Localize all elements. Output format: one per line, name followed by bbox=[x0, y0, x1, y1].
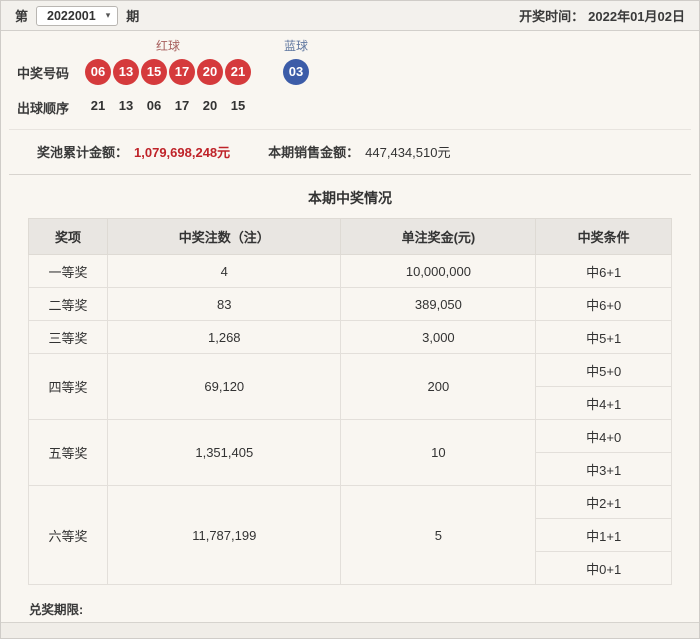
lottery-results-page: 第 2022001 ▾ 期 开奖时间： 2022年01月02日 红球 蓝球 中奖… bbox=[0, 0, 700, 639]
condition-column-header: 中奖条件 bbox=[535, 218, 672, 255]
prize-cell: 六等奖 bbox=[27, 485, 109, 585]
red-ball: 13 bbox=[113, 59, 139, 85]
red-ball: 06 bbox=[85, 59, 111, 85]
count-cell: 83 bbox=[107, 287, 342, 321]
period-suffix-label: 期 bbox=[126, 9, 140, 24]
prize-cell: 三等奖 bbox=[27, 320, 109, 354]
draw-order-label: 出球顺序 bbox=[17, 101, 70, 116]
amount-cell: 10 bbox=[340, 419, 537, 486]
draw-order-number: 21 bbox=[90, 98, 106, 113]
prize-cell: 四等奖 bbox=[27, 353, 109, 420]
red-group-label: 红球 bbox=[155, 39, 180, 53]
draw-time-label: 开奖时间： bbox=[519, 9, 585, 24]
winning-numbers-label: 中奖号码 bbox=[17, 65, 70, 81]
draw-order-number: 20 bbox=[202, 98, 218, 113]
condition-cell: 中1+1 bbox=[535, 518, 672, 552]
condition-cell: 中5+0 bbox=[535, 353, 672, 387]
prize-table: 奖项 中奖注数（注） 单注奖金(元) 中奖条件 一等奖 4 10,000,000 中6… bbox=[27, 218, 672, 585]
red-ball: 20 bbox=[197, 59, 223, 85]
bottom-strip bbox=[1, 622, 699, 638]
prize-table-body: 一等奖 4 10,000,000 中6+1 二等奖 83 389,050 中6+0 三等奖 1,2… bbox=[27, 254, 672, 585]
redemption-notes: 兑奖期限: 双色球兑奖当期有效。中奖者应当自开奖之日起60个自然日内，持中奖彩票… bbox=[29, 599, 671, 622]
blue-ball: 03 bbox=[283, 59, 309, 85]
red-ball: 21 bbox=[225, 59, 251, 85]
table-row: 二等奖 83 389,050 中6+0 bbox=[27, 287, 672, 321]
amount-cell: 3,000 bbox=[340, 320, 537, 354]
prize-cell: 五等奖 bbox=[27, 419, 109, 486]
count-cell: 11,787,199 bbox=[107, 485, 342, 585]
draw-order-number: 06 bbox=[146, 98, 162, 113]
count-cell: 1,351,405 bbox=[107, 419, 342, 486]
sales-label: 本期销售金额： bbox=[268, 145, 360, 160]
prize-cell: 二等奖 bbox=[27, 287, 109, 321]
notes-title: 兑奖期限: bbox=[29, 603, 84, 617]
prize-table-title: 本期中奖情况 bbox=[308, 190, 392, 206]
period-select[interactable]: 2022001 ▾ bbox=[36, 5, 119, 26]
table-row: 五等奖 1,351,405 10 中4+0 bbox=[27, 419, 672, 486]
condition-cell: 中6+0 bbox=[535, 287, 672, 321]
count-column-header: 中奖注数（注） bbox=[107, 218, 342, 255]
period-select-value: 2022001 bbox=[47, 8, 96, 23]
draw-order-number: 13 bbox=[118, 98, 134, 113]
condition-cell: 中5+1 bbox=[535, 320, 672, 354]
table-row: 三等奖 1,268 3,000 中5+1 bbox=[27, 320, 672, 354]
count-cell: 4 bbox=[107, 254, 342, 288]
condition-cell: 中0+1 bbox=[535, 551, 672, 585]
amount-cell: 10,000,000 bbox=[340, 254, 537, 288]
red-ball: 17 bbox=[169, 59, 195, 85]
condition-cell: 中3+1 bbox=[535, 452, 672, 486]
draw-order-numbers: 21 13 06 17 20 15 bbox=[85, 98, 251, 117]
table-header-row: 奖项 中奖注数（注） 单注奖金(元) 中奖条件 bbox=[27, 218, 672, 255]
table-row: 四等奖 69,120 200 中5+0 bbox=[27, 353, 672, 420]
draw-time-value: 2022年01月02日 bbox=[588, 9, 685, 24]
red-balls: 06 13 15 17 20 21 bbox=[85, 59, 251, 85]
sales-value: 447,434,510元 bbox=[365, 145, 451, 160]
period-prefix-label: 第 bbox=[15, 9, 29, 24]
amounts-row: 奖池累计金额： 1,079,698,248元 本期销售金额： 447,434,5… bbox=[9, 129, 691, 175]
red-ball: 15 bbox=[141, 59, 167, 85]
content-area: 红球 蓝球 中奖号码 06 13 15 17 20 21 03 出球顺序 21 13 06 17… bbox=[1, 31, 699, 622]
prize-column-header: 奖项 bbox=[27, 218, 109, 255]
chevron-down-icon: ▾ bbox=[105, 10, 111, 20]
winning-numbers-section: 红球 蓝球 中奖号码 06 13 15 17 20 21 03 出球顺序 21 13 06 17… bbox=[1, 31, 699, 117]
condition-cell: 中2+1 bbox=[535, 485, 672, 519]
amount-column-header: 单注奖金(元) bbox=[340, 218, 537, 255]
count-cell: 1,268 bbox=[107, 320, 342, 354]
pool-value: 1,079,698,248元 bbox=[134, 145, 231, 160]
draw-order-number: 15 bbox=[230, 98, 246, 113]
draw-order-number: 17 bbox=[174, 98, 190, 113]
blue-group-label: 蓝球 bbox=[283, 39, 308, 53]
prize-cell: 一等奖 bbox=[27, 254, 109, 288]
condition-cell: 中4+0 bbox=[535, 419, 672, 453]
condition-cell: 中4+1 bbox=[535, 386, 672, 420]
count-cell: 69,120 bbox=[107, 353, 342, 420]
condition-cell: 中6+1 bbox=[535, 254, 672, 288]
table-row: 一等奖 4 10,000,000 中6+1 bbox=[27, 254, 672, 288]
top-bar: 第 2022001 ▾ 期 开奖时间： 2022年01月02日 bbox=[1, 1, 699, 31]
draw-time: 开奖时间： 2022年01月02日 bbox=[519, 6, 685, 25]
table-row: 六等奖 11,787,199 5 中2+1 bbox=[27, 485, 672, 585]
amount-cell: 5 bbox=[340, 485, 537, 585]
amount-cell: 200 bbox=[340, 353, 537, 420]
pool-label: 奖池累计金额： bbox=[37, 145, 129, 160]
amount-cell: 389,050 bbox=[340, 287, 537, 321]
